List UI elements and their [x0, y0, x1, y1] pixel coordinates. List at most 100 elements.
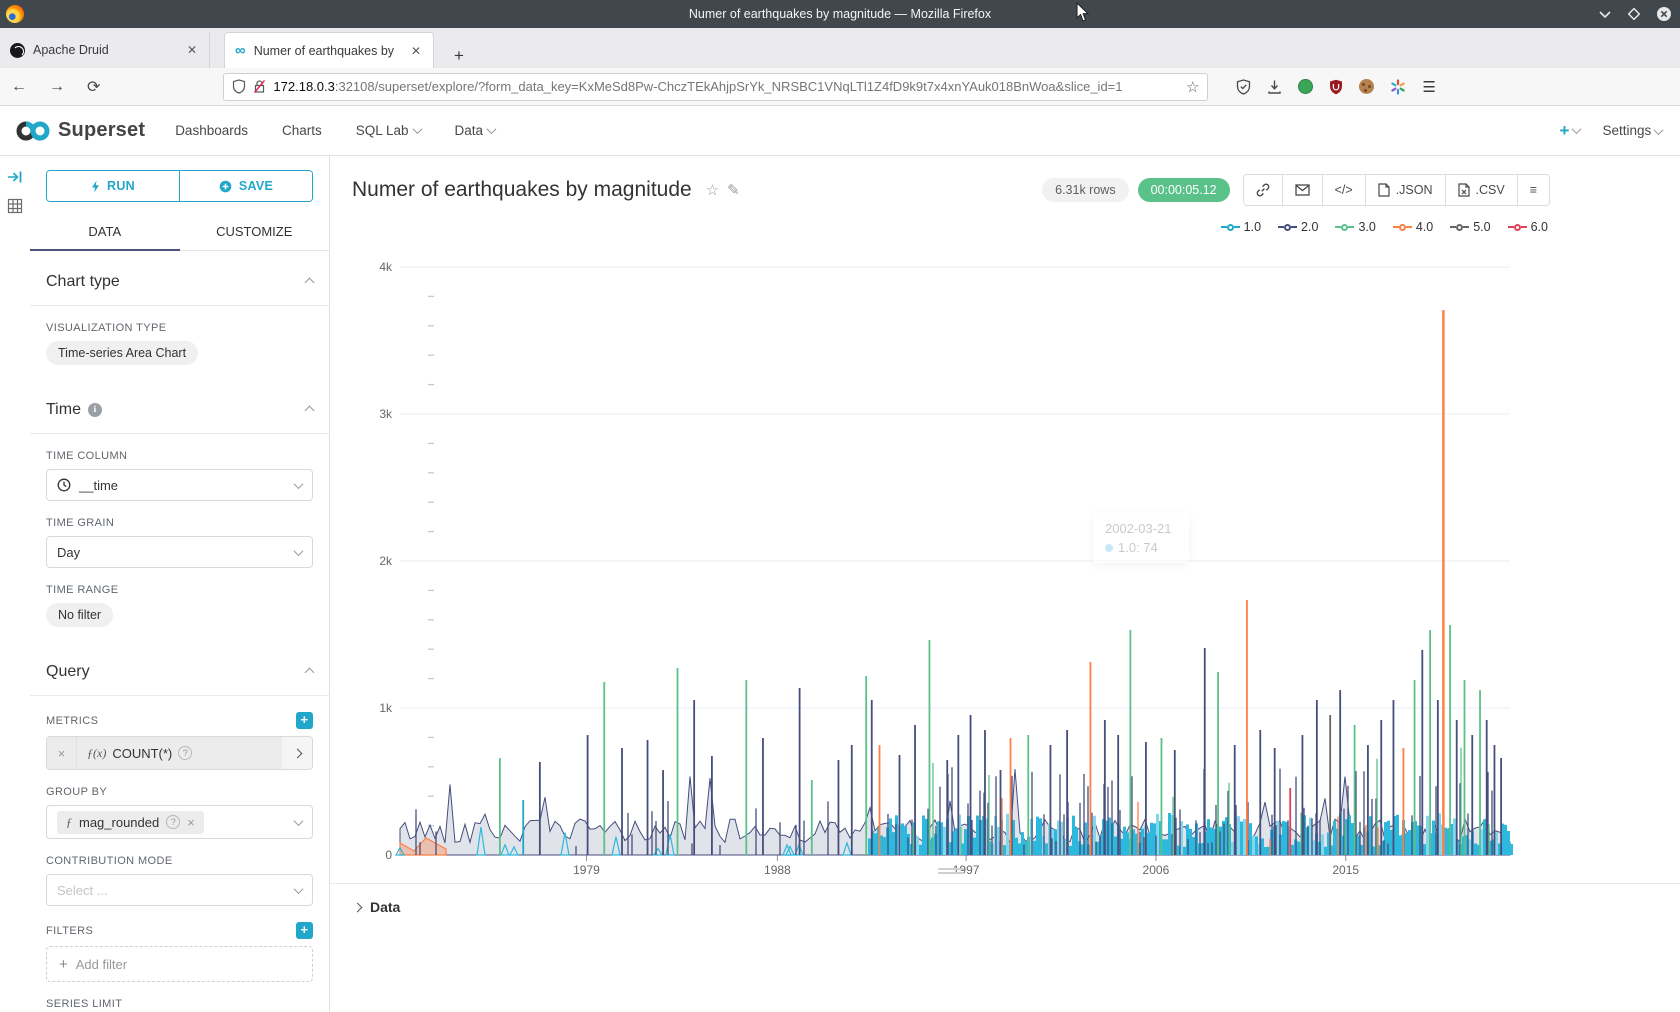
file-x-icon [1458, 183, 1470, 197]
run-button[interactable]: RUN [47, 171, 180, 201]
download-icon[interactable] [1267, 79, 1282, 95]
tab-earthquakes-chart[interactable]: ∞ Numer of earthquakes by ✕ [224, 32, 434, 68]
forward-button[interactable]: → [38, 78, 76, 96]
email-button[interactable] [1283, 175, 1323, 205]
legend-item-2.0[interactable]: 2.0 [1278, 220, 1318, 234]
legend-item-5.0[interactable]: 5.0 [1450, 220, 1490, 234]
remove-chip-icon[interactable]: × [187, 815, 195, 830]
chevron-down-icon [487, 124, 497, 134]
query-timer-badge: 00:00:05.12 [1138, 178, 1230, 202]
nav-sql-lab[interactable]: SQL Lab [356, 123, 421, 138]
group-by-chip[interactable]: ƒmag_rounded?× [57, 811, 204, 834]
insecure-lock-icon[interactable] [253, 79, 266, 94]
settings-menu[interactable]: Settings [1602, 123, 1662, 138]
section-chart-type[interactable]: Chart type [46, 251, 313, 305]
cookie-extension-icon[interactable] [1359, 79, 1374, 94]
back-button[interactable]: ← [0, 78, 38, 96]
help-icon: ? [166, 815, 180, 829]
contribution-mode-select[interactable]: Select ... [46, 874, 313, 906]
metric-chip[interactable]: × ƒ(x)COUNT(*)? [46, 736, 313, 770]
chevron-down-icon [294, 884, 304, 894]
legend-item-4.0[interactable]: 4.0 [1393, 220, 1433, 234]
legend-item-6.0[interactable]: 6.0 [1508, 220, 1548, 234]
filters-label: FILTERS [46, 925, 93, 937]
menu-icon[interactable]: ☰ [1422, 78, 1435, 96]
mouse-cursor [1076, 2, 1091, 23]
tracking-protection-shield-icon[interactable] [232, 79, 246, 94]
export-csv-button[interactable]: .CSV [1446, 175, 1518, 205]
time-column-select[interactable]: __time [46, 469, 313, 501]
time-range-label: TIME RANGE [46, 584, 313, 596]
time-column-label: TIME COLUMN [46, 450, 313, 462]
chart-menu-button[interactable]: ≡ [1518, 175, 1549, 205]
add-filter-text: Add filter [76, 957, 127, 972]
legend-label: 4.0 [1416, 220, 1433, 234]
tab-apache-druid[interactable]: Apache Druid ✕ [0, 32, 210, 68]
bookmark-star-icon[interactable]: ☆ [1186, 78, 1199, 96]
nav-data[interactable]: Data [455, 123, 496, 138]
superset-logo[interactable]: Superset [16, 119, 145, 142]
time-column-value: __time [79, 478, 287, 493]
export-json-button[interactable]: .JSON [1366, 175, 1446, 205]
tab-data[interactable]: DATA [30, 214, 180, 250]
expand-metric-icon[interactable] [282, 737, 312, 769]
window-close-button[interactable] [1656, 6, 1672, 22]
window-titlebar: Numer of earthquakes by magnitude — Mozi… [0, 0, 1680, 28]
edit-title-icon[interactable]: ✎ [727, 181, 740, 199]
window-maximize-button[interactable] [1628, 8, 1640, 20]
url-bar[interactable]: 172.18.0.3:32108/superset/explore/?form_… [223, 73, 1208, 101]
svg-text:2006: 2006 [1143, 863, 1170, 877]
dataset-grid-icon[interactable] [7, 198, 23, 214]
legend-item-1.0[interactable]: 1.0 [1221, 220, 1261, 234]
ublock-origin-icon[interactable] [1329, 79, 1343, 95]
reload-button[interactable]: ⟳ [76, 77, 111, 97]
legend-label: 2.0 [1301, 220, 1318, 234]
section-time[interactable]: Timei [46, 379, 313, 433]
tab-customize[interactable]: CUSTOMIZE [180, 214, 330, 250]
legend-item-3.0[interactable]: 3.0 [1335, 220, 1375, 234]
series-limit-label: SERIES LIMIT [46, 998, 313, 1010]
chevron-down-icon [1654, 125, 1664, 135]
save-button[interactable]: SAVE [180, 171, 312, 201]
select-placeholder: Select ... [57, 883, 287, 898]
legend-label: 6.0 [1531, 220, 1548, 234]
shield-check-icon[interactable] [1236, 79, 1251, 95]
embed-code-button[interactable]: </> [1323, 175, 1366, 205]
add-metric-button[interactable]: + [296, 712, 313, 729]
legend-marker-icon [1278, 224, 1297, 231]
time-range-value[interactable]: No filter [46, 603, 113, 627]
time-grain-select[interactable]: Day [46, 536, 313, 568]
nav-charts[interactable]: Charts [282, 123, 322, 138]
copy-link-button[interactable] [1244, 175, 1283, 205]
tab-close-icon[interactable]: ✕ [185, 43, 199, 57]
chevron-right-icon [353, 902, 363, 912]
new-tab-button[interactable]: + [446, 44, 472, 68]
link-icon [1256, 183, 1270, 197]
svg-text:2k: 2k [379, 554, 393, 568]
new-item-button[interactable]: + [1560, 121, 1581, 141]
panel-resize-handle[interactable] [938, 866, 964, 876]
data-panel-toggle[interactable]: Data [330, 884, 1680, 915]
lightning-icon [91, 180, 100, 193]
expand-datasource-panel-icon[interactable] [7, 170, 23, 184]
tab-label: Apache Druid [33, 43, 177, 57]
chevron-down-icon [294, 479, 304, 489]
url-text[interactable]: 172.18.0.3:32108/superset/explore/?form_… [273, 79, 1179, 94]
f-icon: ƒ [66, 815, 72, 830]
container-pinwheel-icon[interactable] [1390, 79, 1406, 95]
favorite-star-icon[interactable]: ☆ [706, 181, 719, 199]
timeseries-area-chart[interactable]: 01k2k3k4k19791988199720062015 [330, 250, 1680, 878]
tab-close-icon[interactable]: ✕ [409, 44, 423, 58]
add-filter-plus-button[interactable]: + [296, 922, 313, 939]
viz-type-value[interactable]: Time-series Area Chart [46, 341, 198, 365]
window-minimize-button[interactable] [1598, 9, 1612, 19]
remove-metric-icon[interactable]: × [47, 737, 77, 769]
url-host: 172.18.0.3 [273, 79, 334, 94]
group-by-select[interactable]: ƒmag_rounded?× [46, 805, 313, 839]
section-query[interactable]: Query [46, 641, 313, 695]
nav-dashboards[interactable]: Dashboards [175, 123, 248, 138]
add-filter-box[interactable]: + Add filter [46, 946, 313, 982]
privacy-badger-icon[interactable] [1298, 79, 1313, 94]
svg-text:1k: 1k [379, 701, 393, 715]
chevron-down-icon [1572, 124, 1582, 134]
